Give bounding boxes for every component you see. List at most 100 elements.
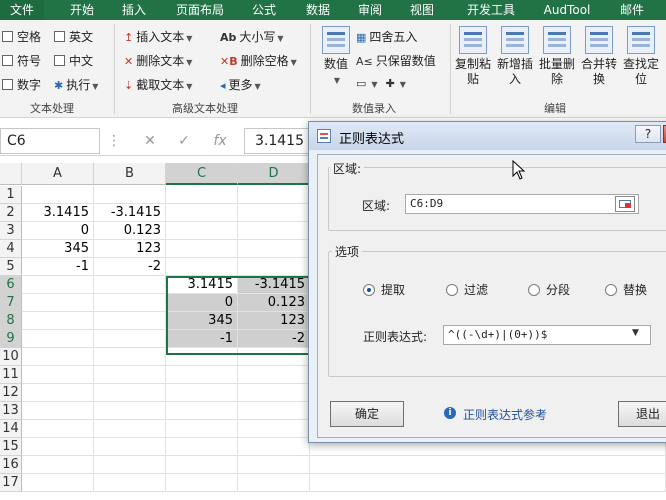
row-header[interactable]: 14: [0, 420, 22, 438]
regex-reference-link[interactable]: 正则表达式参考: [463, 406, 547, 423]
grid-cell[interactable]: [22, 474, 94, 492]
grid-cell[interactable]: [94, 438, 166, 456]
grid-cell[interactable]: [166, 186, 238, 204]
tab-mail[interactable]: 邮件: [612, 0, 652, 20]
row-header[interactable]: 5: [0, 258, 22, 276]
grid-cell[interactable]: -1: [22, 258, 94, 276]
grid-cell[interactable]: [238, 402, 310, 420]
row-header[interactable]: 9: [0, 330, 22, 348]
grid-cell[interactable]: [238, 420, 310, 438]
check-spaces[interactable]: 空格: [2, 28, 41, 45]
grid-cell[interactable]: 3.1415: [22, 204, 94, 222]
grid-cell[interactable]: [94, 186, 166, 204]
tab-review[interactable]: 审阅: [350, 0, 390, 20]
row-header[interactable]: 3: [0, 222, 22, 240]
add-insert-button[interactable]: 新增插入: [495, 26, 535, 96]
keep-values-button[interactable]: A≤ 只保留数值: [356, 52, 436, 69]
ok-button[interactable]: 确定: [330, 401, 404, 427]
grid-cell[interactable]: [94, 420, 166, 438]
chevron-down-icon[interactable]: ▼: [632, 328, 639, 338]
grid-cell[interactable]: [166, 240, 238, 258]
grid-cell[interactable]: 0: [166, 294, 238, 312]
grid-cell[interactable]: [22, 456, 94, 474]
row-header[interactable]: 15: [0, 438, 22, 456]
grid-cell[interactable]: [94, 366, 166, 384]
check-chinese[interactable]: 中文: [54, 52, 93, 69]
delete-text-button[interactable]: ✕ 删除文本 ▼: [124, 52, 192, 69]
grid-cell[interactable]: [166, 420, 238, 438]
row-header[interactable]: 17: [0, 474, 22, 492]
row-header[interactable]: 7: [0, 294, 22, 312]
tab-page-layout[interactable]: 页面布局: [168, 0, 232, 20]
numeric-more-button[interactable]: ▭ ▼ ✚ ▼: [356, 76, 406, 90]
grid-cell[interactable]: 0.123: [238, 294, 310, 312]
grid-cell[interactable]: [166, 384, 238, 402]
row-header[interactable]: 12: [0, 384, 22, 402]
grid-cell[interactable]: [94, 294, 166, 312]
grid-cell[interactable]: 3.1415: [166, 276, 238, 294]
execute-button[interactable]: ✱ 执行 ▼: [54, 76, 98, 93]
option-filter[interactable]: 过滤: [446, 283, 488, 297]
tab-insert[interactable]: 插入: [114, 0, 154, 20]
grid-cell[interactable]: [22, 312, 94, 330]
grid-cell[interactable]: 0: [22, 222, 94, 240]
row-header[interactable]: 6: [0, 276, 22, 294]
grid-cell[interactable]: [238, 258, 310, 276]
grid-cell[interactable]: [22, 366, 94, 384]
find-locate-button[interactable]: 查找定位: [621, 26, 661, 96]
grid-cell[interactable]: 345: [22, 240, 94, 258]
area-input[interactable]: C6:D9: [405, 194, 639, 214]
option-replace[interactable]: 替换: [605, 283, 647, 297]
grid-cell[interactable]: -1: [166, 330, 238, 348]
confirm-icon[interactable]: ✓: [172, 130, 196, 152]
grid-cell[interactable]: [166, 204, 238, 222]
row-header[interactable]: 2: [0, 204, 22, 222]
row-header[interactable]: 11: [0, 366, 22, 384]
check-symbols[interactable]: 符号: [2, 52, 41, 69]
grid-cell[interactable]: [238, 366, 310, 384]
grid-cell[interactable]: [238, 384, 310, 402]
grid-cell[interactable]: -3.1415: [238, 276, 310, 294]
grid-cell[interactable]: [238, 348, 310, 366]
grid-cell[interactable]: [22, 186, 94, 204]
range-select-icon[interactable]: [615, 196, 635, 212]
grid-cell[interactable]: [166, 258, 238, 276]
grid-cell[interactable]: [238, 204, 310, 222]
option-extract[interactable]: 提取: [363, 283, 405, 297]
row-header[interactable]: 1: [0, 186, 22, 204]
insert-function-icon[interactable]: fx: [208, 130, 232, 152]
insert-text-button[interactable]: ↥ 插入文本 ▼: [124, 28, 192, 45]
name-box[interactable]: C6: [0, 128, 100, 154]
grid-cell[interactable]: [310, 474, 666, 492]
extract-text-button[interactable]: ⇣ 截取文本 ▼: [124, 76, 192, 93]
grid-cell[interactable]: [238, 240, 310, 258]
exit-button[interactable]: 退出: [618, 401, 666, 427]
grid-cell[interactable]: [22, 402, 94, 420]
row-header[interactable]: 4: [0, 240, 22, 258]
tab-file[interactable]: 文件: [0, 0, 44, 20]
column-header-b[interactable]: B: [94, 163, 166, 185]
grid-cell[interactable]: [94, 474, 166, 492]
grid-cell[interactable]: [22, 276, 94, 294]
grid-cell[interactable]: [94, 348, 166, 366]
grid-cell[interactable]: [310, 456, 666, 474]
grid-cell[interactable]: [166, 456, 238, 474]
select-all-corner[interactable]: [0, 163, 22, 185]
row-header[interactable]: 16: [0, 456, 22, 474]
merge-convert-button[interactable]: 合并转换: [579, 26, 619, 96]
grid-cell[interactable]: [238, 474, 310, 492]
row-header[interactable]: 13: [0, 402, 22, 420]
help-button[interactable]: ?: [635, 125, 661, 143]
more-button[interactable]: ◂ 更多 ▼: [220, 76, 261, 93]
tab-formulas[interactable]: 公式: [244, 0, 284, 20]
case-button[interactable]: Ab 大小写 ▼: [220, 28, 284, 45]
grid-cell[interactable]: [94, 330, 166, 348]
option-segment[interactable]: 分段: [528, 283, 570, 297]
column-header-c[interactable]: C: [166, 163, 238, 185]
column-header-a[interactable]: A: [22, 163, 94, 185]
grid-cell[interactable]: -2: [94, 258, 166, 276]
grid-cell[interactable]: 123: [238, 312, 310, 330]
value-button[interactable]: 数值 ▼: [316, 26, 356, 96]
dialog-titlebar[interactable]: 正则表达式 ?: [309, 122, 666, 150]
grid-cell[interactable]: -2: [238, 330, 310, 348]
